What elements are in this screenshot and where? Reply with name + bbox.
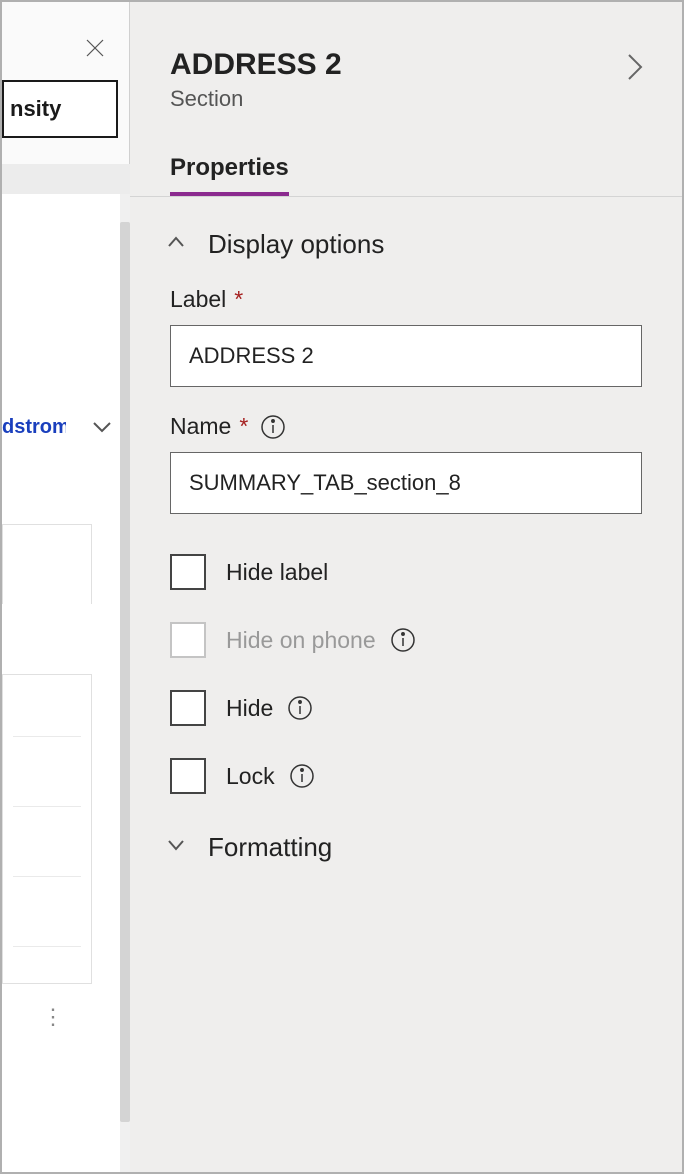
label-field-group: Label * [130,260,682,387]
chevron-down-icon[interactable] [90,419,114,440]
hide-label-text: Hide label [226,559,328,586]
panel-header: ADDRESS 2 Section [130,2,682,112]
hide-label-row: Hide label [130,536,682,590]
hide-on-phone-text: Hide on phone [226,627,416,654]
name-field-label: Name * [170,413,642,440]
more-icon[interactable]: ⋮ [42,1004,66,1030]
close-icon[interactable] [81,34,109,62]
checkbox-group: Hide label Hide on phone Hide [130,536,682,794]
chevron-down-icon [166,838,186,857]
chevron-right-icon[interactable] [626,52,644,87]
hide-checkbox[interactable] [170,690,206,726]
preview-card [2,674,92,984]
scrollbar-thumb[interactable] [120,222,130,1122]
tabs: Properties [130,154,682,197]
name-input[interactable] [170,452,642,514]
tab-properties[interactable]: Properties [170,154,289,196]
properties-panel: ADDRESS 2 Section Properties Display opt… [130,2,682,1172]
density-button[interactable]: nsity [2,80,118,138]
record-link[interactable]: dstrom [2,416,66,439]
section-title: Display options [208,229,384,260]
toolbar-band [2,164,130,194]
section-header-display-options[interactable]: Display options [130,197,682,260]
label-field-label: Label * [170,286,642,313]
label-input[interactable] [170,325,642,387]
lock-checkbox[interactable] [170,758,206,794]
preview-card [2,524,92,604]
info-icon[interactable] [260,414,286,440]
section-header-formatting[interactable]: Formatting [130,794,682,863]
required-indicator: * [239,413,248,440]
hide-on-phone-checkbox [170,622,206,658]
required-indicator: * [234,286,243,313]
chevron-up-icon [166,235,186,254]
canvas-area: dstrom ⋮ [2,194,130,1172]
info-icon[interactable] [390,627,416,653]
section-title: Formatting [208,832,332,863]
info-icon[interactable] [287,695,313,721]
info-icon[interactable] [289,763,315,789]
hide-label-checkbox[interactable] [170,554,206,590]
lock-row: Lock [130,740,682,794]
density-button-label: nsity [10,96,61,122]
lock-text: Lock [226,763,315,790]
left-canvas-column: nsity dstrom ⋮ [2,2,130,1172]
panel-title: ADDRESS 2 [170,48,642,82]
name-field-group: Name * [130,387,682,514]
hide-text: Hide [226,695,313,722]
hide-on-phone-row: Hide on phone [130,604,682,658]
hide-row: Hide [130,672,682,726]
panel-subtitle: Section [170,86,642,112]
